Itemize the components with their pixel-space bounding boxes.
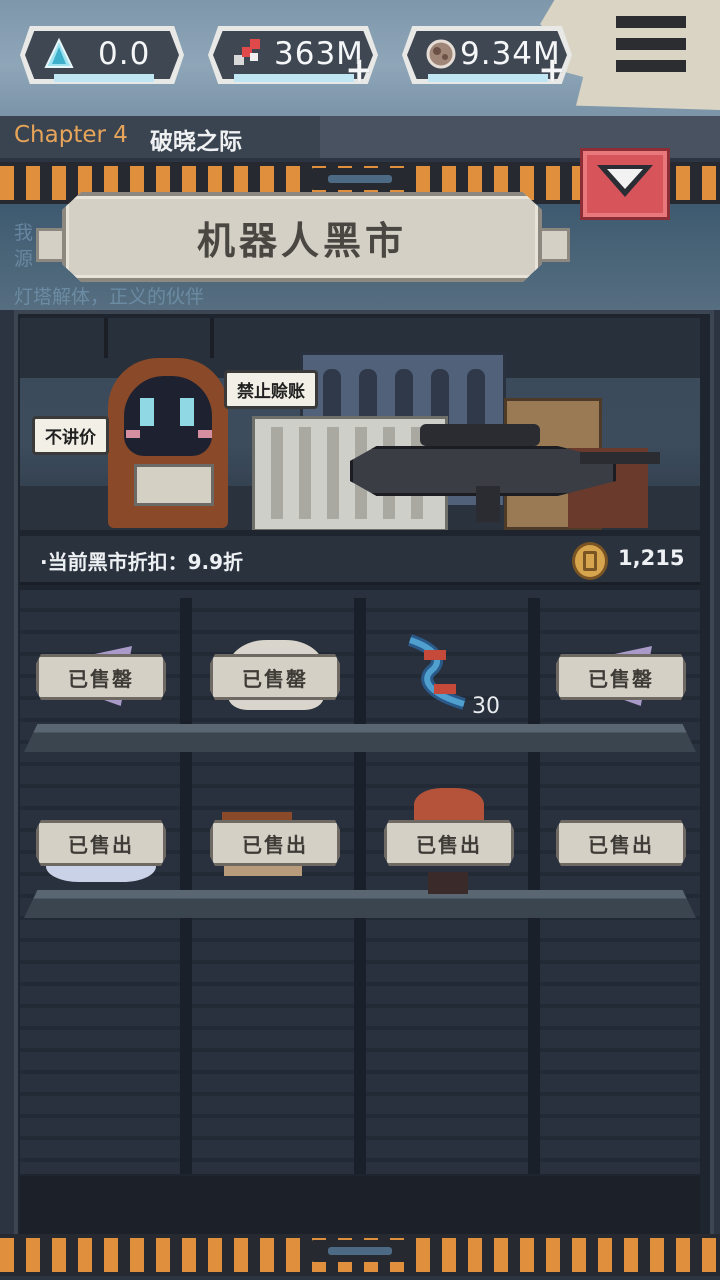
hazard-stripe-bottom — [0, 1234, 720, 1276]
shop-item-unknown[interactable]: 已售出 — [556, 800, 686, 890]
shop-item-wing-2[interactable]: 已售罄 — [556, 634, 686, 724]
crystal-counter: 0.0 — [20, 26, 184, 84]
menu-icon[interactable] — [608, 12, 692, 76]
hazard-slot — [310, 168, 410, 190]
collapse-button[interactable] — [580, 148, 670, 220]
ore-add-button[interactable]: + — [538, 50, 567, 90]
robot-eye-left — [140, 398, 154, 426]
chapter-number: Chapter 4 — [14, 122, 128, 148]
dna-quantity: 30 — [472, 694, 500, 719]
crystal-icon — [44, 37, 74, 68]
shop-item-wing-1[interactable]: 已售罄 — [36, 634, 166, 724]
chapter-title: 破晓之际 — [150, 129, 242, 155]
shop-item-robot-unit[interactable]: 已售出 — [36, 800, 166, 890]
coin-icon — [572, 542, 608, 580]
dna-icon — [407, 634, 466, 710]
shop-item-box-1[interactable]: 已售罄 — [210, 634, 340, 724]
sold-label: 已售出 — [384, 820, 514, 866]
robot-antenna-left — [104, 318, 108, 358]
robot-chest-panel — [134, 464, 214, 506]
shelf-board-1 — [24, 724, 696, 752]
shop-item-dna[interactable]: 30 — [384, 630, 514, 720]
ore-icon — [426, 39, 456, 69]
backdrop-text-2: 源 — [14, 248, 34, 270]
shelf-footer — [20, 1176, 700, 1234]
shelf-board-2 — [24, 890, 696, 918]
sold-out-label: 已售罄 — [36, 654, 166, 700]
backdrop-text-3: 灯塔解体，正义的伙伴 — [14, 286, 205, 308]
sold-out-label: 已售罄 — [556, 654, 686, 700]
sold-label: 已售出 — [556, 820, 686, 866]
speech-bubble-no-bargain: 不讲价 — [32, 416, 109, 455]
sold-label: 已售出 — [210, 820, 340, 866]
gene-add-button[interactable]: + — [345, 50, 374, 90]
backdrop-text-1: 我 — [14, 222, 34, 244]
shop-title: 机器人黑市 — [196, 219, 407, 263]
shelf-post — [354, 598, 366, 1174]
robot-antenna-right — [210, 318, 214, 358]
shop-item-weapon[interactable]: 已售出 — [210, 800, 340, 890]
sold-out-label: 已售罄 — [210, 654, 340, 700]
rifle-scope — [420, 424, 540, 446]
merchant-scene: 禁止赊账 不讲价 — [20, 318, 700, 530]
robot-face — [124, 376, 212, 456]
discount-label: ·当前黑市折扣：9.9折 — [40, 550, 244, 574]
shop-item-girl-unit[interactable]: 已售出 — [384, 788, 514, 898]
speech-bubble-no-credit: 禁止赊账 — [224, 370, 318, 409]
sold-label: 已售出 — [36, 820, 166, 866]
crystal-value: 0.0 — [98, 36, 151, 72]
coin-balance: 1,215 — [618, 546, 685, 570]
shelf-post — [180, 598, 192, 1174]
robot-eye-right — [180, 398, 194, 426]
shelf-post — [528, 598, 540, 1174]
gene-icon — [234, 39, 260, 65]
hazard-slot — [310, 1240, 410, 1262]
